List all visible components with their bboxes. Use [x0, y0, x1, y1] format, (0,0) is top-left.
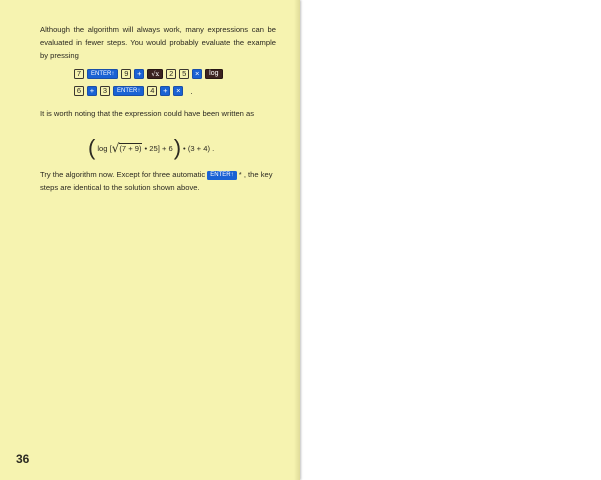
key-2: 2 [166, 69, 177, 79]
intro-paragraph: Although the algorithm will always work,… [40, 25, 276, 60]
inline-enter-key: ENTER↑ [207, 170, 237, 180]
formula-log-part: log [ [97, 143, 112, 153]
row-terminator: . [190, 86, 193, 96]
key-multiply: × [173, 86, 184, 96]
formula-end-part: • (3 + 4) . [183, 143, 215, 153]
page-number: 36 [16, 452, 30, 466]
keystroke-row-2: 6 + 3 ENTER↑ 4 + × . [74, 85, 193, 97]
key-plus: + [160, 86, 171, 96]
key-multiply: × [192, 69, 203, 79]
radicand: (7 + 9) [119, 143, 142, 153]
key-plus: + [87, 86, 97, 96]
key-enter: ENTER↑ [87, 69, 119, 79]
paragraph3-text-start: Try the algorithm now. Except for three … [40, 170, 206, 179]
open-paren: ( [88, 135, 96, 160]
key-sqrt: √x [147, 69, 164, 79]
math-expression: ( log [ √ (7 + 9) • 25] + 6 ) • (3 + 4) … [88, 136, 214, 160]
key-log: log [205, 69, 223, 79]
manual-page: Although the algorithm will always work,… [0, 0, 300, 480]
keystroke-row-1: 7 ENTER↑ 9 + √x 2 5 × log [74, 68, 223, 80]
key-6: 6 [74, 86, 84, 96]
formula-middle-part: • 25] + 6 [144, 143, 173, 153]
expression-paragraph: It is worth noting that the expression c… [40, 109, 255, 118]
sqrt-symbol: √ [111, 141, 120, 155]
key-5: 5 [179, 69, 190, 79]
key-3: 3 [100, 86, 110, 96]
key-plus: + [134, 69, 145, 79]
key-4: 4 [147, 86, 158, 96]
key-9: 9 [121, 69, 132, 79]
key-7: 7 [74, 69, 84, 79]
close-paren: ) [173, 135, 182, 160]
key-enter: ENTER↑ [113, 86, 145, 96]
try-algorithm-paragraph: Try the algorithm now. Except for three … [40, 168, 276, 194]
